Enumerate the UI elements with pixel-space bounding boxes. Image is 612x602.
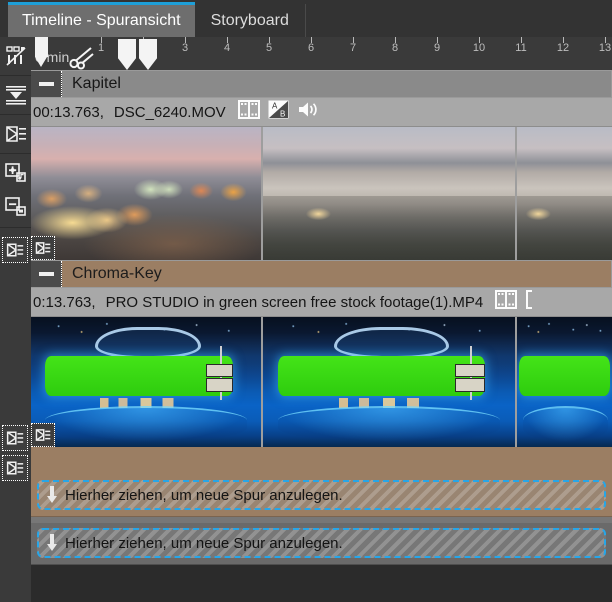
clip-timecode: 0:13.763,: [33, 293, 96, 311]
left-tool-rail: [0, 37, 32, 602]
timeline-ruler[interactable]: 0 min 1 2 3 4 5 6 7 8 9 10 11 12 13: [31, 37, 612, 70]
thumbnail-strip-kapitel[interactable]: [31, 127, 612, 260]
svg-text:A: A: [272, 102, 278, 111]
track-playlist-button-kapitel[interactable]: [2, 237, 28, 263]
track-header-chroma-key[interactable]: Chroma-Key: [31, 260, 612, 288]
track-title: Kapitel: [72, 75, 121, 92]
timeline-body: Kapitel 00:13.763, DSC_6240.MOV A B Chro…: [31, 70, 612, 602]
collapse-track-kapitel[interactable]: [31, 71, 62, 97]
clip-thumbnail[interactable]: [517, 317, 612, 447]
range-markers[interactable]: [118, 39, 157, 70]
ruler-tick-label: 10: [472, 42, 486, 54]
clip-thumbnail[interactable]: [517, 127, 612, 260]
track-gap-chroma: [31, 447, 612, 475]
svg-text:B: B: [280, 110, 285, 119]
collapse-track-chroma-key[interactable]: [31, 261, 62, 287]
speaker-icon[interactable]: [297, 100, 319, 124]
ruler-tick-label: 12: [556, 42, 570, 54]
dropzone-label: Hierher ziehen, um neue Spur anzulegen.: [65, 534, 343, 552]
rail-separator: [0, 227, 31, 228]
scissors-icon[interactable]: [69, 46, 95, 70]
clip-icon-group: [495, 290, 533, 314]
minus-icon: [38, 82, 54, 86]
arrow-down-icon: [47, 486, 57, 504]
ruler-tick-label: 9: [433, 42, 441, 54]
track-playlist-overlay-icon[interactable]: [31, 236, 55, 260]
ruler-tick-label: 5: [265, 42, 273, 54]
remove-track-icon[interactable]: [2, 190, 29, 224]
ab-transition-icon[interactable]: A B: [268, 100, 289, 124]
studio-monitor: [455, 378, 485, 392]
timeline-editor-window: Timeline - Spuransicht Storyboard 0 min …: [0, 0, 612, 602]
new-track-dropzone-1[interactable]: Hierher ziehen, um neue Spur anzulegen.: [37, 480, 606, 510]
track-title: Chroma-Key: [72, 265, 162, 282]
insert-down-icon[interactable]: [2, 78, 29, 112]
green-screen: [518, 356, 611, 397]
dropzone-label: Hierher ziehen, um neue Spur anzulegen.: [65, 486, 343, 504]
add-track-icon[interactable]: [2, 156, 29, 190]
green-screen: [44, 356, 234, 397]
track-playlist-button-chroma-a[interactable]: [2, 425, 28, 451]
clip-header-chroma-key[interactable]: 0:13.763, PRO STUDIO in green screen fre…: [31, 288, 612, 317]
clip-thumbnail[interactable]: [31, 317, 263, 447]
playhead-body: [35, 37, 48, 57]
track-playlist-button-chroma-b[interactable]: [2, 455, 28, 481]
ruler-tick-label: 7: [349, 42, 357, 54]
clip-thumbnail[interactable]: [263, 317, 517, 447]
studio-monitor: [206, 363, 234, 378]
dropzone-area-2[interactable]: Hierher ziehen, um neue Spur anzulegen.: [31, 523, 612, 565]
ruler-tick-label: 11: [515, 42, 527, 54]
clip-icon-group: A B: [237, 100, 319, 124]
filmstrip-icon[interactable]: [237, 100, 260, 124]
track-playlist-overlay-icon[interactable]: [31, 423, 55, 447]
ruler-tick-label: 13: [598, 42, 612, 54]
tab-storyboard[interactable]: Storyboard: [194, 4, 306, 37]
filmstrip-icon[interactable]: [495, 290, 518, 314]
marker-out-icon[interactable]: [139, 39, 157, 70]
studio-ceiling: [517, 317, 612, 341]
clip-thumbnail[interactable]: [31, 127, 263, 260]
studio-arch: [95, 327, 202, 360]
green-screen: [278, 356, 485, 397]
play-list-icon[interactable]: [2, 117, 29, 151]
ruler-tick-label: 6: [307, 42, 315, 54]
tab-timeline-spuransicht[interactable]: Timeline - Spuransicht: [8, 2, 195, 37]
clip-filename: PRO STUDIO in green screen free stock fo…: [105, 293, 484, 311]
clip-thumbnail[interactable]: [263, 127, 517, 260]
ruler-tick-label: 3: [181, 42, 189, 54]
ruler-tick-label: 1: [97, 42, 105, 54]
tab-label: Timeline - Spuransicht: [22, 12, 181, 29]
rail-separator: [0, 153, 31, 154]
clip-header-kapitel[interactable]: 00:13.763, DSC_6240.MOV A B: [31, 98, 612, 127]
dropzone-area-1[interactable]: Hierher ziehen, um neue Spur anzulegen.: [31, 475, 612, 517]
studio-monitor: [455, 363, 485, 378]
marker-in-icon[interactable]: [118, 39, 136, 70]
tab-label: Storyboard: [210, 11, 289, 29]
clip-filename: DSC_6240.MOV: [113, 103, 226, 121]
playhead-tip: [35, 57, 47, 67]
minus-icon: [38, 272, 54, 276]
thumbnail-strip-chroma-key[interactable]: [31, 317, 612, 447]
track-mode-icon[interactable]: [2, 39, 29, 73]
ruler-tick-label: 4: [223, 42, 231, 54]
arrow-down-icon: [47, 534, 57, 552]
studio-floor: [278, 406, 500, 442]
clip-timecode: 00:13.763,: [33, 103, 104, 121]
rail-separator: [0, 75, 31, 76]
studio-monitor: [206, 378, 234, 392]
studio-floor: [522, 406, 609, 442]
studio-arch: [333, 327, 450, 360]
new-track-dropzone-2[interactable]: Hierher ziehen, um neue Spur anzulegen.: [37, 528, 606, 558]
rail-separator: [0, 114, 31, 115]
studio-floor: [44, 406, 248, 442]
tab-bar: Timeline - Spuransicht Storyboard: [0, 0, 612, 37]
bracket-icon[interactable]: [525, 290, 533, 314]
tab-bar-filler: [305, 4, 612, 37]
ruler-tick-label: 8: [391, 42, 399, 54]
playhead[interactable]: [35, 37, 48, 70]
track-header-kapitel[interactable]: Kapitel: [31, 70, 612, 98]
